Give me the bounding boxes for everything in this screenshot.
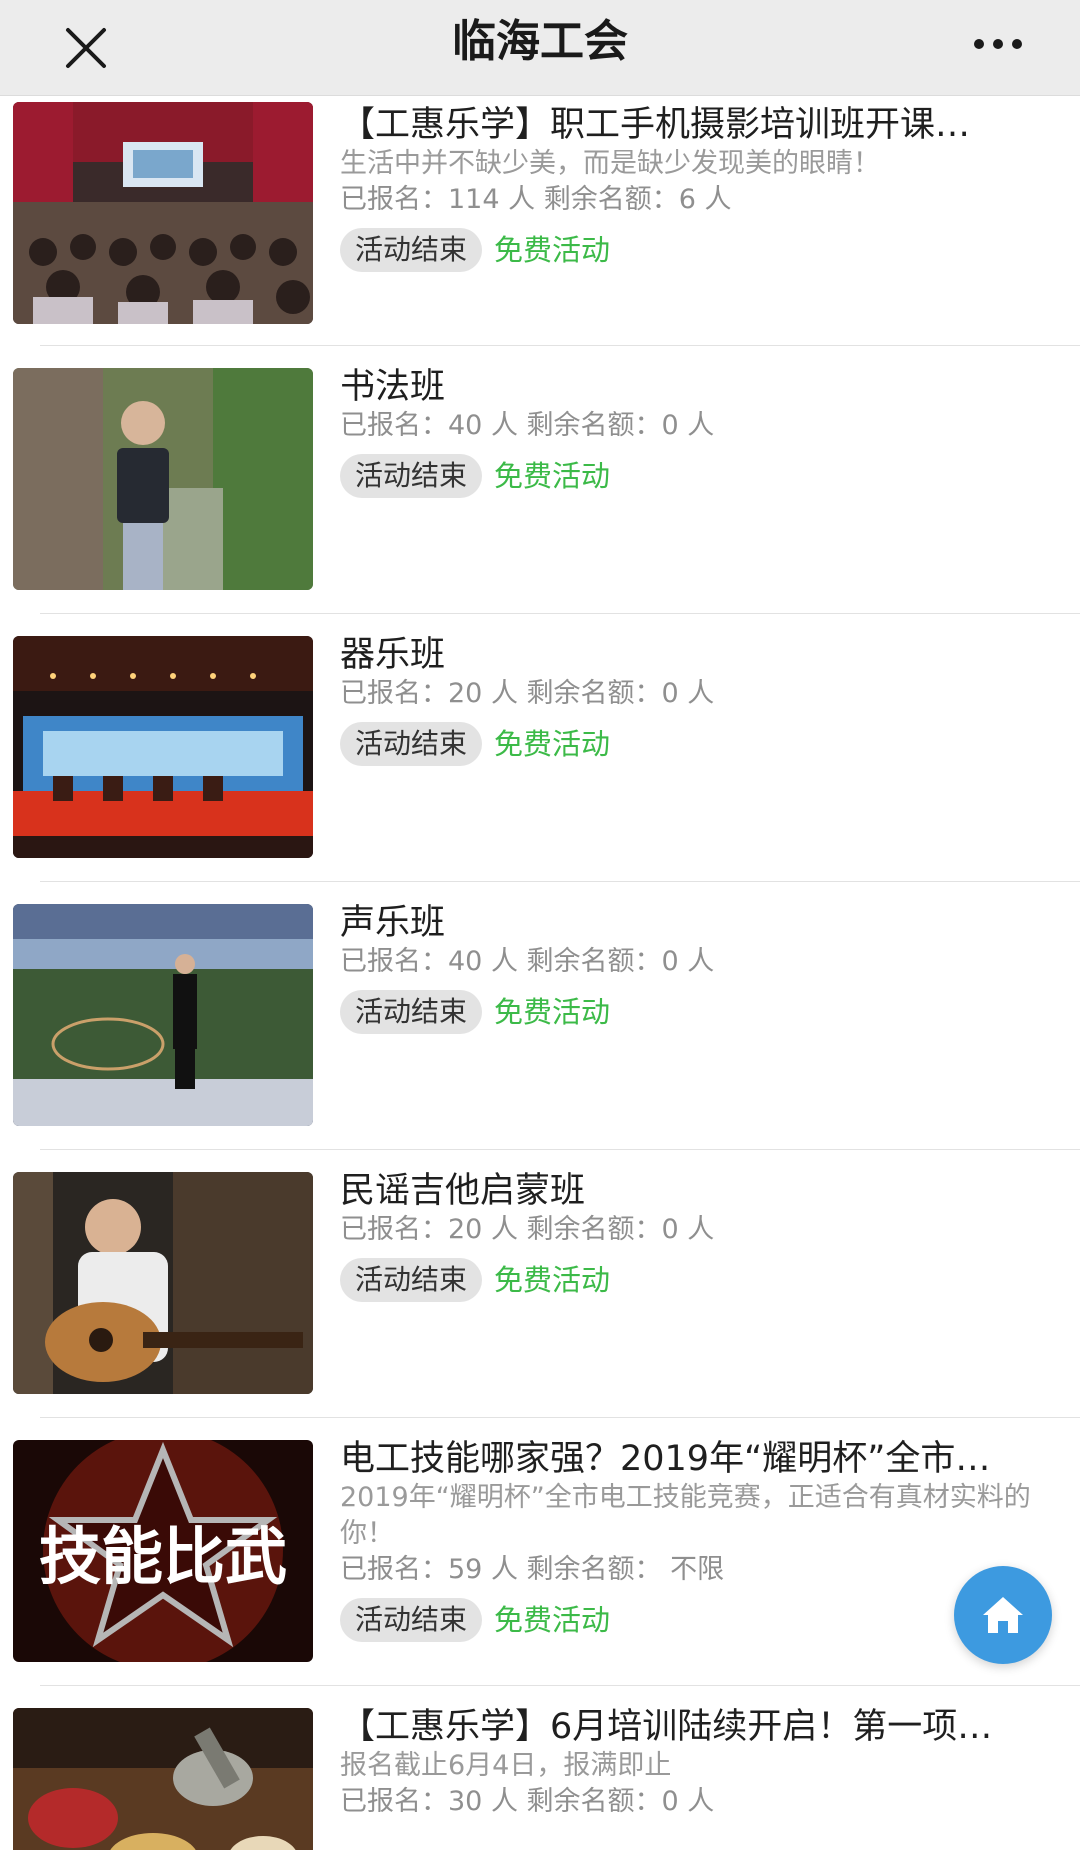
activity-description: 生活中并不缺少美，而是缺少发现美的眼睛！ bbox=[340, 148, 880, 179]
more-button[interactable] bbox=[968, 24, 1028, 64]
fee-badge: 免费活动 bbox=[494, 1603, 611, 1637]
status-badge: 活动结束 bbox=[340, 722, 483, 766]
activity-title: 民谣吉他启蒙班 bbox=[340, 1171, 586, 1211]
activity-title: 书法班 bbox=[340, 367, 446, 407]
top-bar: 临海工会 bbox=[0, 0, 1080, 96]
list-item[interactable]: 声乐班 已报名：40 人 剩余名额：0 人 活动结束 免费活动 bbox=[0, 882, 1080, 1150]
activity-title: 【工惠乐学】职工手机摄影培训班开课… bbox=[340, 105, 971, 145]
list-item[interactable]: 民谣吉他启蒙班 已报名：20 人 剩余名额：0 人 活动结束 免费活动 bbox=[0, 1150, 1080, 1418]
activity-description: 2019年“耀明杯”全市电工技能竞赛，正适合有真材实料的你！ bbox=[340, 1482, 1031, 1549]
activity-stats: 已报名：59 人 剩余名额： 不限 bbox=[340, 1554, 725, 1585]
list-item[interactable]: 书法班 已报名：40 人 剩余名额：0 人 活动结束 免费活动 bbox=[0, 346, 1080, 614]
activity-thumbnail bbox=[13, 904, 313, 1126]
activity-thumbnail bbox=[13, 368, 313, 590]
more-dots-icon bbox=[974, 39, 1022, 49]
status-badge: 活动结束 bbox=[340, 1598, 483, 1642]
fee-badge: 免费活动 bbox=[494, 995, 611, 1029]
activity-thumbnail: 技能比武 bbox=[13, 1440, 313, 1662]
activity-title: 【工惠乐学】6月培训陆续开启！第一项… bbox=[340, 1707, 993, 1747]
status-badge: 活动结束 bbox=[340, 454, 483, 498]
fee-badge: 免费活动 bbox=[494, 727, 611, 761]
thumbnail-logo-text: 技能比武 bbox=[39, 1520, 287, 1593]
list-item[interactable]: 器乐班 已报名：20 人 剩余名额：0 人 活动结束 免费活动 bbox=[0, 614, 1080, 882]
activity-title: 电工技能哪家强？2019年“耀明杯”全市… bbox=[340, 1439, 991, 1479]
activity-stats: 已报名：40 人 剩余名额：0 人 bbox=[340, 946, 715, 977]
activity-thumbnail bbox=[13, 1708, 313, 1850]
status-badge: 活动结束 bbox=[340, 1258, 483, 1302]
list-item[interactable]: 【工惠乐学】6月培训陆续开启！第一项… 报名截止6月4日，报满即止 已报名：30… bbox=[0, 1686, 1080, 1850]
activity-stats: 已报名：20 人 剩余名额：0 人 bbox=[340, 678, 715, 709]
list-item[interactable]: 技能比武 电工技能哪家强？2019年“耀明杯”全市… 2019年“耀明杯”全市电… bbox=[0, 1418, 1080, 1686]
activity-stats: 已报名：20 人 剩余名额：0 人 bbox=[340, 1214, 715, 1245]
home-button[interactable] bbox=[954, 1566, 1052, 1664]
fee-badge: 免费活动 bbox=[494, 1263, 611, 1297]
activity-thumbnail bbox=[13, 1172, 313, 1394]
activity-description: 报名截止6月4日，报满即止 bbox=[340, 1750, 672, 1781]
home-icon bbox=[983, 1597, 1023, 1633]
status-badge: 活动结束 bbox=[340, 990, 483, 1034]
activity-stats: 已报名：30 人 剩余名额：0 人 bbox=[340, 1786, 715, 1817]
activity-thumbnail bbox=[13, 636, 313, 858]
fee-badge: 免费活动 bbox=[494, 233, 611, 267]
status-badge: 活动结束 bbox=[340, 228, 483, 272]
activity-stats: 已报名：40 人 剩余名额：0 人 bbox=[340, 410, 715, 441]
list-item[interactable]: 【工惠乐学】职工手机摄影培训班开课… 生活中并不缺少美，而是缺少发现美的眼睛！ … bbox=[0, 96, 1080, 346]
fee-badge: 免费活动 bbox=[494, 459, 611, 493]
activity-title: 器乐班 bbox=[340, 635, 446, 675]
activity-stats: 已报名：114 人 剩余名额：6 人 bbox=[340, 184, 732, 215]
page-title: 临海工会 bbox=[452, 16, 628, 67]
activity-thumbnail bbox=[13, 102, 313, 324]
activity-title: 声乐班 bbox=[340, 903, 446, 943]
